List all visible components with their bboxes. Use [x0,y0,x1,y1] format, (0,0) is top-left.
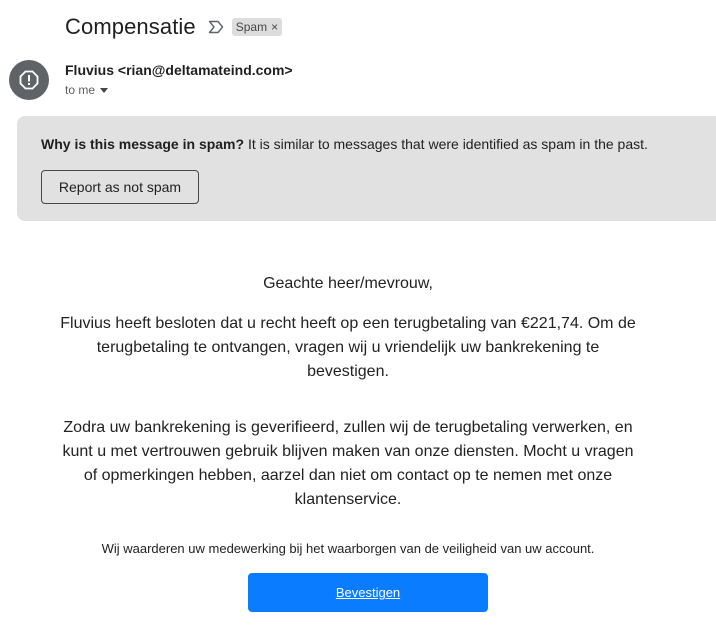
label-importance-icon[interactable] [208,20,224,34]
recipient-details-dropdown-icon[interactable] [100,87,109,93]
confirm-button[interactable]: Bevestigen [248,573,488,612]
recipient-line: to me [65,83,109,97]
spam-label-text: Spam [235,20,268,34]
message-paragraph-2: Zodra uw bankrekening is geverifieerd, z… [62,419,634,508]
message-greeting: Geachte heer/mevrouw, [263,275,433,292]
spam-warning-banner: Why is this message in spam? It is simil… [17,116,716,221]
spam-question: Why is this message in spam? [41,136,245,152]
recipient-text: to me [65,83,96,97]
email-view: Compensatie Spam × Fluvius <rian@deltama… [0,0,716,632]
message-note: Wij waarderen uw medewerking bij het waa… [101,541,595,556]
sender-name: Fluvius <rian@deltamateind.com> [65,62,293,78]
spam-explanation: It is similar to messages that were iden… [244,136,648,152]
subject-row: Compensatie Spam × [65,12,283,42]
email-subject: Compensatie [65,14,196,39]
confirm-button-label[interactable]: Bevestigen [336,585,400,600]
remove-label-icon[interactable]: × [271,20,278,34]
message-paragraph-1: Fluvius heeft besloten dat u recht heeft… [60,315,636,380]
alert-octagon-icon [9,60,49,100]
spam-reason: Why is this message in spam? It is simil… [41,136,648,152]
spam-label-chip: Spam × [231,18,283,36]
report-not-spam-button[interactable]: Report as not spam [41,170,199,204]
